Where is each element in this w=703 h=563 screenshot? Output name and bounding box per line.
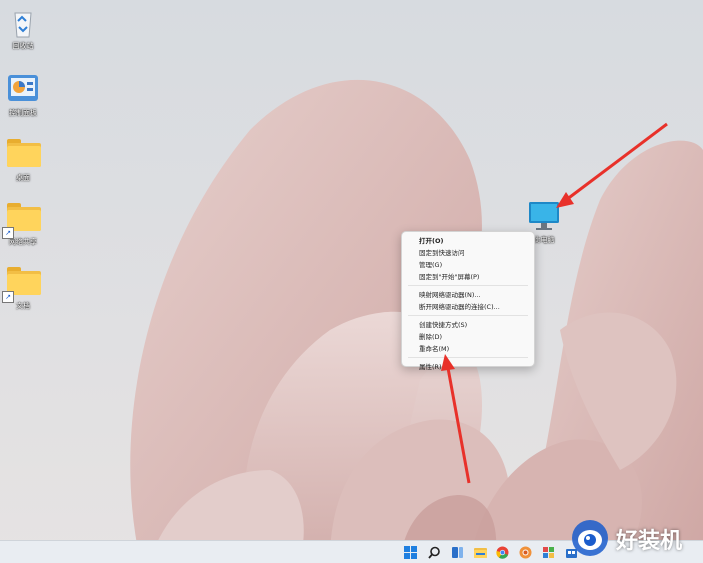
menu-item-rename[interactable]: 重命名(M): [402, 343, 534, 355]
wallpaper: [0, 0, 703, 563]
menu-item-manage[interactable]: 管理(G): [402, 259, 534, 271]
menu-item-delete[interactable]: 删除(D): [402, 331, 534, 343]
menu-item-map-network-drive[interactable]: 映射网络驱动器(N)...: [402, 289, 534, 301]
menu-item-open[interactable]: 打开(O): [402, 235, 534, 247]
menu-separator: [408, 357, 528, 358]
desktop-icon-recycle-bin[interactable]: 回收站: [0, 5, 46, 51]
menu-item-create-shortcut[interactable]: 创建快捷方式(S): [402, 319, 534, 331]
folder-shortcut-icon: ↗: [2, 201, 41, 239]
menu-item-disconnect-network-drive[interactable]: 断开网络驱动器的连接(C)...: [402, 301, 534, 313]
context-menu: 打开(O) 固定到快速访问 管理(G) 固定到"开始"屏幕(P) 映射网络驱动器…: [401, 231, 535, 371]
folder-shortcut-icon: ↗: [2, 265, 41, 303]
browser-icon[interactable]: [519, 546, 532, 559]
menu-item-pin-quick-access[interactable]: 固定到快速访问: [402, 247, 534, 259]
desktop-icon-label: 桌面: [16, 174, 30, 182]
settings-icon[interactable]: [542, 546, 555, 559]
task-view-icon[interactable]: [451, 546, 464, 559]
desktop-icon-desktop-folder[interactable]: 桌面: [0, 137, 46, 183]
file-explorer-icon[interactable]: [474, 546, 487, 559]
watermark: 好装机: [566, 516, 702, 560]
desktop-icon-label: 回收站: [12, 42, 34, 50]
watermark-logo-icon: [572, 520, 608, 556]
menu-item-pin-start[interactable]: 固定到"开始"屏幕(P): [402, 271, 534, 283]
watermark-text: 好装机: [616, 529, 683, 554]
desktop-icon-network-share[interactable]: ↗ 网络共享: [0, 201, 46, 247]
monitor-icon: [526, 199, 562, 233]
folder-icon: [5, 137, 41, 171]
desktop-icon-control-panel[interactable]: 控制面板: [0, 72, 46, 118]
control-panel-icon: [5, 72, 41, 106]
menu-separator: [408, 285, 528, 286]
chrome-icon[interactable]: [496, 546, 509, 559]
search-icon[interactable]: [428, 546, 441, 559]
desktop-icon-documents[interactable]: ↗ 文档: [0, 265, 46, 311]
start-icon[interactable]: [404, 546, 417, 559]
menu-separator: [408, 315, 528, 316]
recycle-bin-icon: [5, 5, 41, 39]
desktop-icon-label: 控制面板: [9, 109, 37, 117]
menu-item-properties[interactable]: 属性(R): [402, 361, 534, 373]
